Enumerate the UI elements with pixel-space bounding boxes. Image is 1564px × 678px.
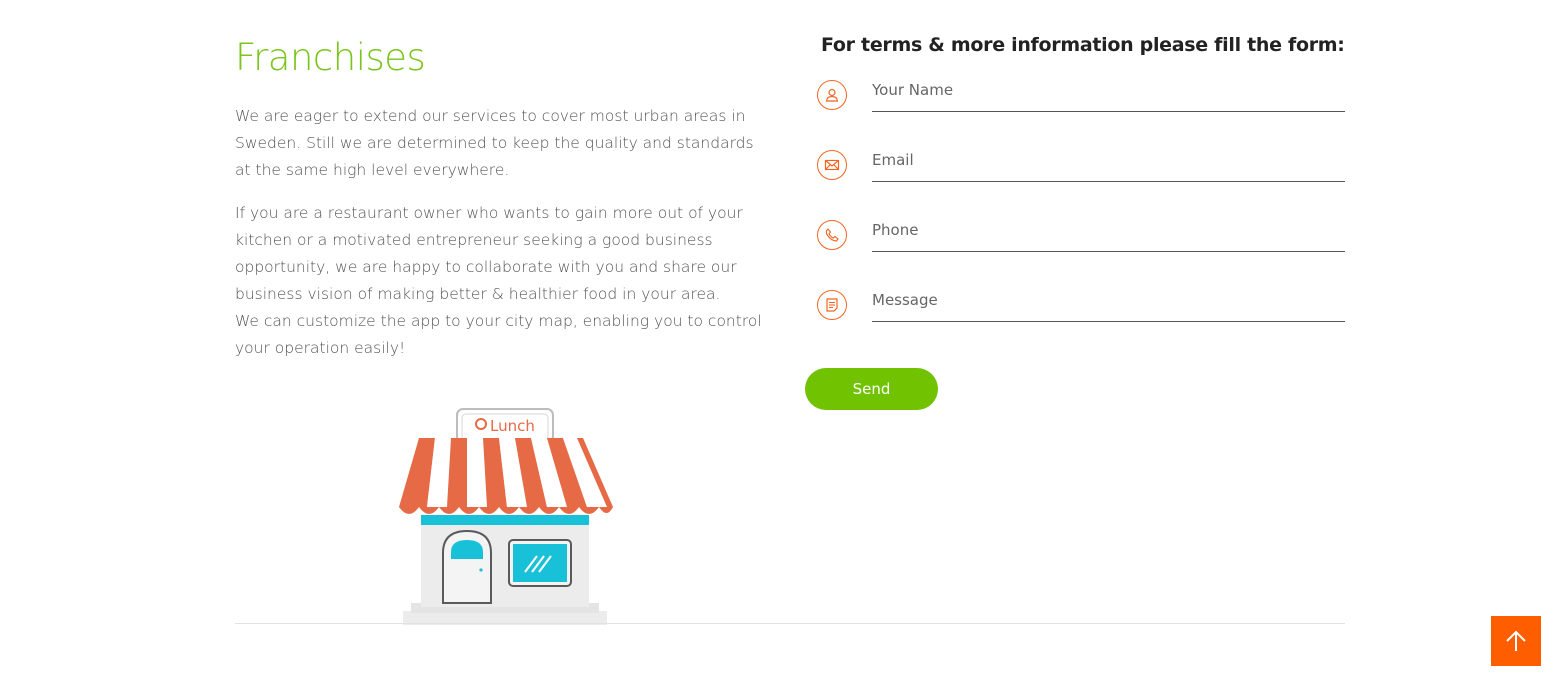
franchise-section: Franchises We are eager to extend our se… xyxy=(235,30,765,378)
store-illustration: Lunch xyxy=(395,407,617,625)
back-to-top-button[interactable] xyxy=(1491,616,1541,666)
email-field-row xyxy=(817,138,1347,182)
form-heading: For terms & more information please fill… xyxy=(821,34,1345,56)
send-button[interactable]: Send xyxy=(805,368,938,410)
arrow-up-icon xyxy=(1506,630,1526,651)
phone-icon xyxy=(817,220,847,250)
phone-field-row xyxy=(817,208,1347,252)
name-input[interactable] xyxy=(872,68,1345,112)
user-icon xyxy=(817,80,847,110)
phone-input[interactable] xyxy=(872,208,1345,252)
name-field-row xyxy=(817,68,1347,112)
message-input[interactable] xyxy=(872,278,1345,322)
section-title: Franchises xyxy=(235,36,426,79)
intro-paragraph: We are eager to extend our services to c… xyxy=(235,107,754,179)
section-divider xyxy=(235,623,1345,624)
envelope-icon xyxy=(817,150,847,180)
owner-paragraph: If you are a restaurant owner who wants … xyxy=(235,204,743,303)
email-input[interactable] xyxy=(872,138,1345,182)
customize-paragraph: We can customize the app to your city ma… xyxy=(235,312,762,357)
store-sign-text: Lunch xyxy=(490,417,535,435)
message-field-row xyxy=(817,278,1347,322)
message-icon xyxy=(817,290,847,320)
